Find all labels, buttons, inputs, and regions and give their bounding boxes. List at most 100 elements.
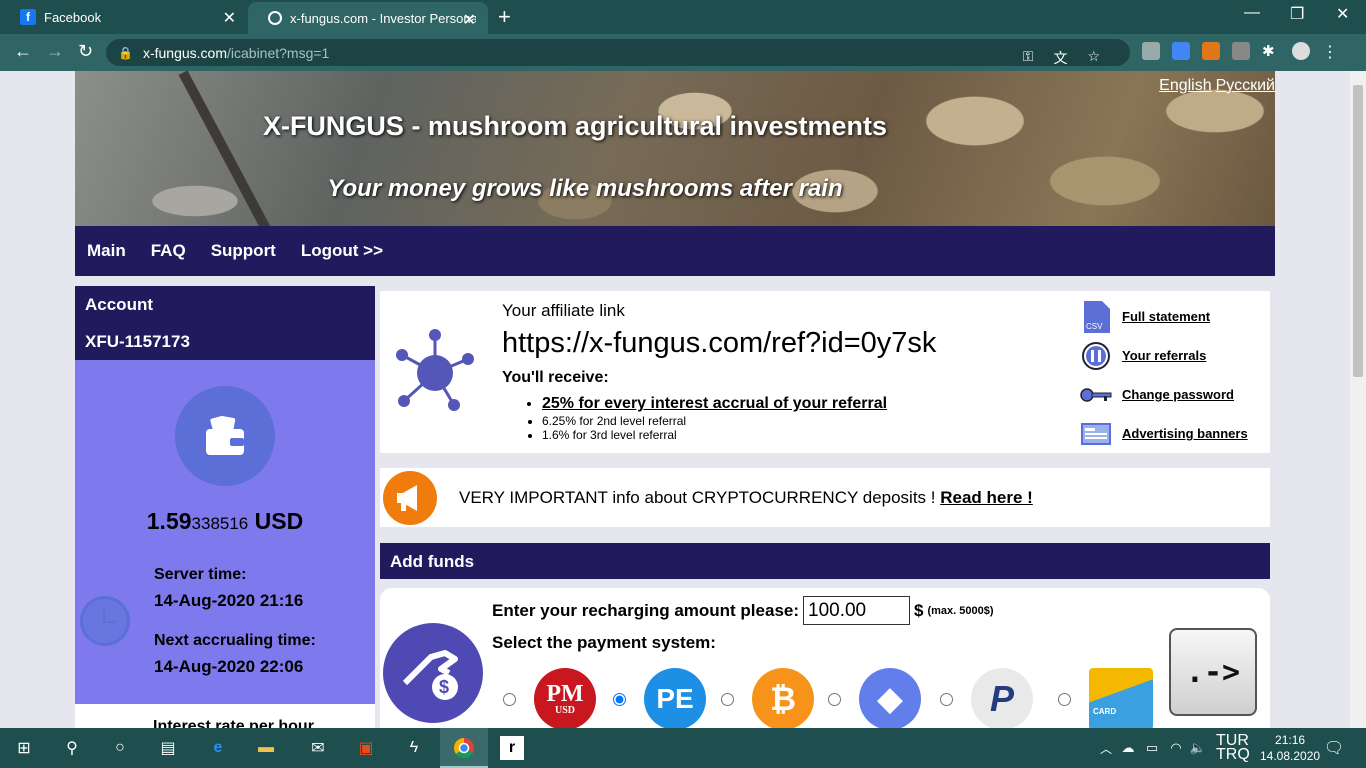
full-statement-row[interactable]: CSV Full statement <box>1080 297 1248 336</box>
change-password-row[interactable]: Change password <box>1080 375 1248 414</box>
chrome-icon[interactable] <box>452 736 476 760</box>
full-statement-link[interactable]: Full statement <box>1122 309 1210 324</box>
minimize-button[interactable]: — <box>1244 4 1260 22</box>
people-icon <box>1080 341 1112 371</box>
tab-x-fungus[interactable]: x-fungus.com - Investor Personal ✕ <box>248 2 488 34</box>
megaphone-icon <box>383 470 437 525</box>
profile-avatar[interactable] <box>1292 42 1310 60</box>
payment-option-paypal[interactable]: P <box>940 668 1033 728</box>
submit-payment-button[interactable]: .-> <box>1169 628 1257 716</box>
battery-icon[interactable]: ▭ <box>1140 736 1164 760</box>
close-tab-icon[interactable]: ✕ <box>223 8 236 28</box>
radio-pm[interactable] <box>503 692 516 706</box>
crypto-info-bar: VERY IMPORTANT info about CRYPTOCURRENCY… <box>380 468 1270 527</box>
affiliate-panel: Your affiliate link https://x-fungus.com… <box>380 291 1270 453</box>
office-icon[interactable]: ▣ <box>354 736 378 760</box>
receive-label: You'll receive: <box>502 369 609 386</box>
payment-option-ethereum[interactable]: ◆ <box>828 668 921 728</box>
radio-card[interactable] <box>1058 692 1071 706</box>
lang-english-link[interactable]: English <box>1159 77 1211 94</box>
page-scrollbar[interactable] <box>1350 71 1366 728</box>
nav-support[interactable]: Support <box>211 241 276 261</box>
tab-facebook[interactable]: f Facebook ✕ <box>0 0 248 34</box>
your-referrals-link[interactable]: Your referrals <box>1122 348 1206 363</box>
payment-option-bitcoin[interactable]: ₿ <box>721 668 814 728</box>
balance-fraction: 338516 <box>191 514 249 533</box>
url-path: /icabinet?msg=1 <box>227 44 330 61</box>
clock-time: 21:16 <box>1275 733 1306 747</box>
shield-extension-icon[interactable] <box>1142 42 1160 60</box>
cloud-icon[interactable]: ☁ <box>1116 736 1140 760</box>
account-links: CSV Full statement Your referrals Change… <box>1080 297 1248 453</box>
money-hand-icon: $ <box>383 623 483 723</box>
read-here-link[interactable]: Read here ! <box>940 488 1033 507</box>
tray-arrow-icon[interactable]: ︿ <box>1094 736 1118 760</box>
wifi-icon[interactable]: ◠ <box>1164 736 1188 760</box>
payment-option-payeer[interactable]: PE <box>613 668 706 728</box>
url-input[interactable]: 🔒 x-fungus.com/icabinet?msg=1 ⚿ 文 ☆ <box>106 39 1130 66</box>
main-nav: Main FAQ Support Logout >> <box>75 226 1275 276</box>
list-item: 1.6% for 3rd level referral <box>542 428 887 442</box>
amount-input[interactable] <box>803 596 911 625</box>
translate-icon[interactable]: 文 <box>1053 48 1067 68</box>
amount-label: Enter your recharging amount please: <box>492 600 800 620</box>
payment-option-card[interactable]: CARD <box>1058 668 1153 728</box>
affiliate-link[interactable]: https://x-fungus.com/ref?id=0y7sk <box>502 327 936 360</box>
close-window-button[interactable]: ✕ <box>1336 4 1349 24</box>
extensions-puzzle-icon[interactable]: ✱ <box>1262 42 1280 60</box>
radio-bitcoin[interactable] <box>721 692 734 706</box>
reload-button[interactable]: ↻ <box>78 41 93 62</box>
change-password-link[interactable]: Change password <box>1122 387 1234 402</box>
nav-logout[interactable]: Logout >> <box>301 241 383 261</box>
referrals-row[interactable]: Your referrals <box>1080 336 1248 375</box>
restore-button[interactable]: ❐ <box>1290 4 1304 24</box>
new-tab-button[interactable]: + <box>498 4 511 30</box>
banner-icon <box>1080 419 1112 449</box>
copy-extension-icon[interactable] <box>1232 42 1250 60</box>
metamask-extension-icon[interactable] <box>1202 42 1220 60</box>
volume-icon[interactable]: 🔈 <box>1186 736 1210 760</box>
forward-button[interactable]: → <box>46 41 64 62</box>
next-accrual-label: Next accrualing time: <box>154 632 316 649</box>
search-icon[interactable]: ⚲ <box>60 736 84 760</box>
taskbar-clock[interactable]: 21:16 14.08.2020 <box>1260 732 1320 764</box>
radio-ethereum[interactable] <box>828 692 841 706</box>
back-button[interactable]: ← <box>14 41 32 62</box>
facebook-icon: f <box>20 9 36 25</box>
radio-paypal[interactable] <box>940 692 953 706</box>
file-explorer-icon[interactable]: ▬ <box>254 736 278 760</box>
site-slogan: Your money grows like mushrooms after ra… <box>327 175 843 202</box>
mail-icon[interactable]: ✉ <box>306 736 330 760</box>
nav-main[interactable]: Main <box>87 241 126 261</box>
bitcoin-icon: ₿ <box>752 668 814 728</box>
banners-row[interactable]: Advertising banners <box>1080 414 1248 453</box>
nav-faq[interactable]: FAQ <box>151 241 186 261</box>
key-icon[interactable]: ⚿ <box>1023 48 1034 68</box>
reader-app-icon[interactable]: r <box>500 736 524 760</box>
cortana-icon[interactable]: ○ <box>108 736 132 760</box>
add-funds-panel: $ Enter your recharging amount please: $… <box>380 588 1270 728</box>
page-viewport: X-FUNGUS - mushroom agricultural investm… <box>0 71 1350 728</box>
server-time-block: Server time: 14-Aug-2020 21:16 <box>154 566 303 611</box>
bookmark-star-icon[interactable]: ☆ <box>1087 48 1100 68</box>
radio-payeer[interactable] <box>613 692 626 706</box>
balance-main: 1.59 <box>146 508 192 534</box>
menu-icon[interactable]: ⋮ <box>1322 42 1340 61</box>
close-tab-icon[interactable]: ✕ <box>463 10 476 30</box>
notifications-icon[interactable]: 🗨 <box>1322 736 1346 760</box>
lang-russian-link[interactable]: Русский <box>1216 77 1275 94</box>
payment-option-pm[interactable]: PM USD <box>503 668 596 728</box>
windows-start-icon[interactable]: ⊞ <box>12 736 36 760</box>
payment-system-label: Select the payment system: <box>492 633 716 652</box>
app-icon[interactable]: ϟ <box>402 736 426 760</box>
server-time-label: Server time: <box>154 566 247 583</box>
server-time-value: 14-Aug-2020 21:16 <box>154 591 304 610</box>
scrollbar-thumb[interactable] <box>1353 85 1363 377</box>
edge-icon[interactable]: e <box>206 736 230 760</box>
url-host: x-fungus.com <box>142 44 227 61</box>
max-amount-note: (max. 5000$) <box>927 604 994 617</box>
advertising-banners-link[interactable]: Advertising banners <box>1122 426 1248 441</box>
paypal-icon: P <box>971 668 1033 728</box>
google-translate-extension-icon[interactable] <box>1172 42 1190 60</box>
task-view-icon[interactable]: ▤ <box>156 736 180 760</box>
